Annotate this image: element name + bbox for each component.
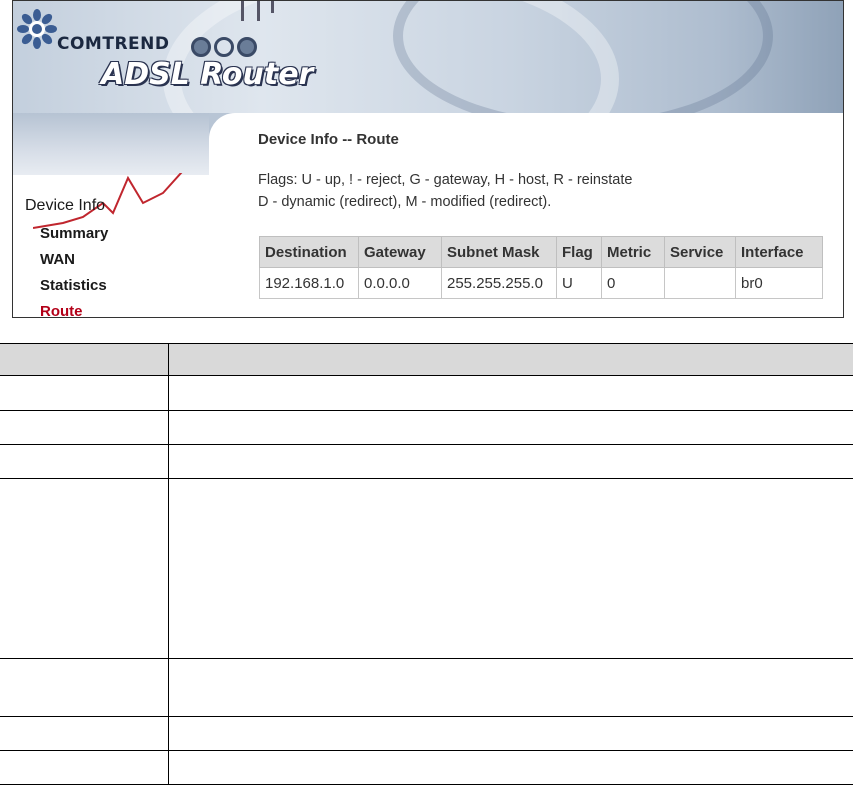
cell-flag: U	[556, 267, 602, 299]
sidebar-item-statistics[interactable]: Statistics	[40, 273, 108, 299]
table-row: 192.168.1.0 0.0.0.0 255.255.255.0 U 0 br…	[259, 267, 823, 299]
sidebar-item-summary[interactable]: Summary	[40, 221, 108, 247]
column-header-destination: Destination	[259, 236, 359, 268]
column-header-metric: Metric	[601, 236, 665, 268]
hero-graphic	[13, 113, 209, 229]
column-header-flag: Flag	[556, 236, 602, 268]
column-header-interface: Interface	[735, 236, 823, 268]
column-header-service: Service	[664, 236, 736, 268]
page-title: Device Info -- Route	[258, 131, 399, 148]
logo-text: COMTREND	[57, 34, 170, 54]
row-divider	[0, 658, 853, 659]
column-header-subnet-mask: Subnet Mask	[441, 236, 557, 268]
description-table-header	[0, 343, 853, 376]
row-divider	[0, 410, 853, 411]
route-table-header-row: Destination Gateway Subnet Mask Flag Met…	[259, 236, 823, 268]
cell-interface: br0	[735, 267, 823, 299]
row-divider	[0, 716, 853, 717]
cell-service	[664, 267, 736, 299]
cell-destination: 192.168.1.0	[259, 267, 359, 299]
sidebar-item-route[interactable]: Route	[40, 299, 108, 317]
row-divider	[0, 444, 853, 445]
flags-legend-line-1: Flags: U - up, ! - reject, G - gateway, …	[258, 172, 633, 188]
sidebar-section-device-info[interactable]: Device Info	[25, 197, 108, 215]
cell-subnet-mask: 255.255.255.0	[441, 267, 557, 299]
field-description-table	[0, 343, 853, 785]
cell-gateway: 0.0.0.0	[358, 267, 442, 299]
sidebar-nav: Device Info Summary WAN Statistics Route	[25, 197, 108, 317]
row-divider	[0, 750, 853, 751]
header-banner: COMTREND ADSL Router	[13, 1, 843, 197]
flags-legend-line-2: D - dynamic (redirect), M - modified (re…	[258, 194, 552, 210]
row-divider	[0, 478, 853, 479]
cell-metric: 0	[601, 267, 665, 299]
route-table: Destination Gateway Subnet Mask Flag Met…	[259, 236, 823, 299]
comtrend-logo-icon	[17, 9, 57, 49]
column-header-gateway: Gateway	[358, 236, 442, 268]
sidebar-item-wan[interactable]: WAN	[40, 247, 108, 273]
product-name: ADSL Router	[101, 57, 314, 92]
